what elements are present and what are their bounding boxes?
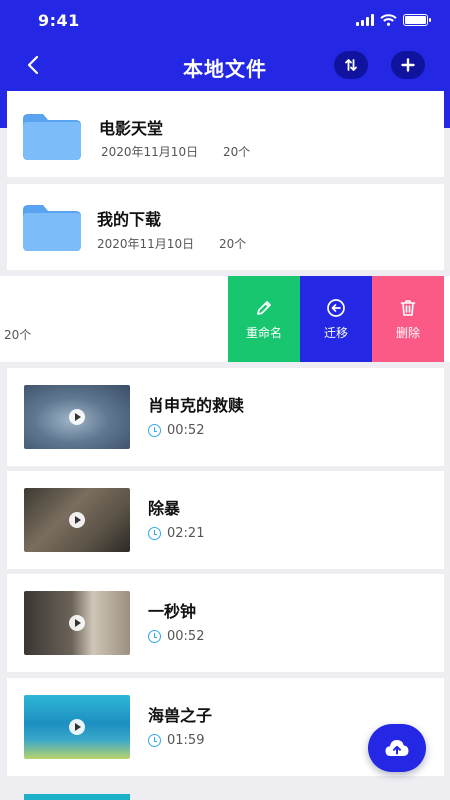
video-title: 一秒钟: [148, 602, 197, 621]
video-thumbnail[interactable]: [24, 591, 130, 655]
pencil-icon: [257, 300, 271, 315]
video-title: 除暴: [148, 499, 181, 518]
folder-item[interactable]: 电影天堂 2020年11月10日 20个: [7, 91, 444, 177]
video-duration-group: 00:52: [148, 629, 204, 644]
wifi-icon: [380, 14, 397, 26]
video-thumbnail[interactable]: [24, 385, 130, 449]
trash-icon: [400, 299, 416, 316]
status-bar: 9:41: [0, 0, 450, 44]
play-icon: [69, 409, 85, 425]
video-duration: 00:52: [167, 629, 205, 644]
video-title: 海兽之子: [148, 706, 213, 725]
delete-label: 删除: [395, 325, 420, 340]
rename-button[interactable]: 重命名: [228, 276, 300, 362]
folder-item[interactable]: 我的下载 2020年11月10日 20个: [7, 184, 444, 270]
battery-icon: [403, 14, 431, 26]
video-duration: 00:52: [167, 423, 205, 438]
folder-icon: [23, 114, 81, 160]
folder-icon: [23, 205, 81, 251]
folder-name: 电影天堂: [99, 119, 164, 138]
status-icons: [356, 14, 431, 26]
plus-icon: [401, 58, 415, 72]
move-label: 迁移: [323, 325, 348, 340]
video-duration: 02:21: [167, 526, 205, 541]
video-duration-group: 01:59: [148, 733, 204, 748]
video-duration: 01:59: [167, 733, 205, 748]
signal-icon: [356, 14, 374, 26]
sort-button[interactable]: [334, 51, 368, 79]
play-icon: [69, 615, 85, 631]
folder-date: 2020年11月10日: [97, 237, 195, 251]
swiped-folder-item[interactable]: 20个 重命名 迁移 删除: [0, 276, 450, 362]
video-title: 肖申克的救赎: [148, 396, 245, 415]
clock-icon: [148, 424, 161, 437]
cloud-upload-icon: [385, 740, 409, 756]
arrow-left-circle-icon: [327, 298, 345, 317]
folder-name: 我的下载: [97, 210, 162, 229]
video-item[interactable]: 肖申克的救赎 00:52: [7, 368, 444, 466]
clock-icon: [148, 734, 161, 747]
add-button[interactable]: [391, 51, 425, 79]
play-icon: [69, 512, 85, 528]
play-icon: [69, 719, 85, 735]
upload-button[interactable]: [368, 724, 426, 772]
video-thumbnail[interactable]: [24, 695, 130, 759]
video-duration-group: 02:21: [148, 526, 204, 541]
video-thumbnail[interactable]: [24, 488, 130, 552]
nav-bar: 本地文件: [0, 44, 450, 88]
page-title: 本地文件: [183, 57, 267, 81]
status-time: 9:41: [38, 11, 80, 30]
next-video-thumbnail-partial: [24, 794, 130, 800]
sort-arrows-icon: [345, 59, 357, 71]
folder-date: 2020年11月10日: [101, 145, 199, 159]
delete-button[interactable]: 删除: [372, 276, 444, 362]
folder-count: 20个: [219, 237, 247, 251]
folder-count: 20个: [4, 328, 32, 342]
video-item[interactable]: 除暴 02:21: [7, 471, 444, 569]
video-duration-group: 00:52: [148, 423, 204, 438]
move-button[interactable]: 迁移: [300, 276, 372, 362]
folder-count: 20个: [223, 145, 251, 159]
video-item[interactable]: 一秒钟 00:52: [7, 574, 444, 672]
clock-icon: [148, 527, 161, 540]
clock-icon: [148, 630, 161, 643]
rename-label: 重命名: [245, 325, 282, 340]
